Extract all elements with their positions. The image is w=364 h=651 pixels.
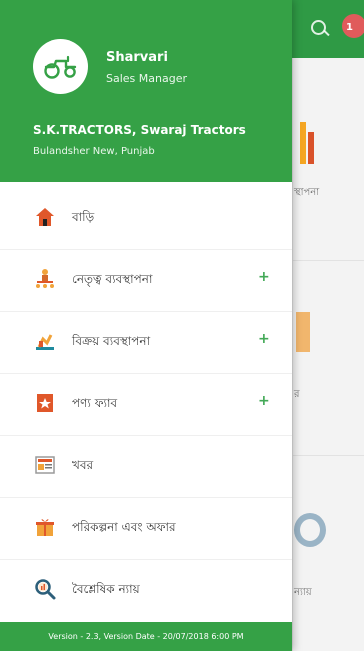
menu-item-leadership[interactable]: নেতৃত্ব ব্যবস্থাপনা + (0, 249, 292, 312)
sales-icon (33, 329, 57, 353)
news-icon (33, 453, 57, 477)
menu-item-sales[interactable]: বিক্রয় ব্যবস্থাপনা + (0, 311, 292, 374)
background-grid-divider (292, 455, 364, 456)
expand-plus-icon[interactable]: + (258, 269, 270, 285)
gift-offer-icon (33, 515, 57, 539)
user-role: Sales Manager (106, 72, 187, 85)
background-tile-icon (296, 312, 310, 352)
menu-item-label: পরিকল্পনা এবং অফার (72, 520, 176, 534)
menu-item-label: খবর (72, 458, 94, 472)
dealer-name: S.K.TRACTORS, Swaraj Tractors (33, 123, 246, 137)
background-grid-divider (292, 260, 364, 261)
user-name: Sharvari (106, 50, 168, 65)
menu-item-product-fab[interactable]: পণ্য ফ্যাব + (0, 373, 292, 436)
search-icon[interactable] (311, 20, 329, 38)
home-icon (33, 205, 57, 229)
background-label: র (294, 389, 300, 400)
background-analytics-icon (294, 513, 326, 547)
menu-item-label: বিক্রয় ব্যবস্থাপনা (72, 334, 151, 348)
background-chart-bar (308, 132, 314, 164)
background-label: ন্যায় (294, 587, 312, 598)
dealer-location: Bulandsher New, Punjab (33, 146, 155, 157)
background-label: স্থাপনা (294, 187, 320, 198)
drawer-menu: বাড়ি নেতৃত্ব ব্যবস্থাপনা + বিক্রয় ব্যব… (0, 182, 292, 622)
profile-logo (33, 39, 88, 94)
menu-item-analytics[interactable]: বৈশ্লেষিক ন্যায় (0, 559, 292, 621)
menu-item-label: বৈশ্লেষিক ন্যায় (72, 582, 140, 596)
menu-item-news[interactable]: খবর (0, 435, 292, 498)
menu-item-plans-offers[interactable]: পরিকল্পনা এবং অফার (0, 497, 292, 560)
menu-item-label: পণ্য ফ্যাব (72, 396, 118, 410)
drawer-header: Sharvari Sales Manager S.K.TRACTORS, Swa… (0, 0, 292, 182)
background-chart-bar (300, 122, 306, 164)
expand-plus-icon[interactable]: + (258, 393, 270, 409)
navigation-drawer[interactable]: Sharvari Sales Manager S.K.TRACTORS, Swa… (0, 0, 292, 651)
version-footer: Version - 2.3, Version Date - 20/07/2018… (0, 622, 292, 651)
tractor-icon (44, 55, 77, 79)
menu-item-label: বাড়ি (72, 210, 95, 224)
menu-item-label: নেতৃত্ব ব্যবস্থাপনা (72, 272, 153, 286)
notification-count: 1 (346, 22, 353, 33)
analytics-search-icon (33, 577, 57, 601)
product-fab-icon (33, 391, 57, 415)
expand-plus-icon[interactable]: + (258, 331, 270, 347)
menu-item-home[interactable]: বাড়ি (0, 187, 292, 250)
leadership-icon (33, 267, 57, 291)
background-grid-divider (292, 58, 293, 651)
